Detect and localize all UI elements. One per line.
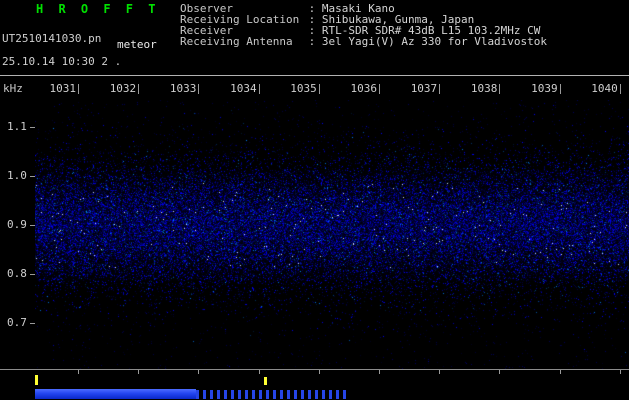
time-tick-mark: [439, 84, 441, 94]
freq-tick-label: 0.9: [7, 218, 27, 231]
time-tick-mark: [559, 84, 561, 94]
freq-tick-label: 1.0: [7, 169, 27, 182]
hrofft-screen: H R O F F T UT2510141030.pn meteor 25.10…: [0, 0, 629, 400]
signal-level-mark: [35, 375, 38, 385]
time-tick-label: 1031: [49, 82, 77, 95]
bottom-tick-mark: [138, 370, 140, 374]
signal-level-mark-2: [264, 377, 267, 385]
time-tick-mark: [318, 84, 320, 94]
time-tick-label: 1040: [591, 82, 618, 95]
info-label: Receiving Antenna: [180, 35, 293, 48]
time-tick-mark: [78, 84, 79, 94]
bottom-tick-mark: [78, 370, 79, 374]
time-tick-mark: [499, 84, 501, 94]
time-tick-label: 1039: [531, 82, 558, 95]
time-tick-mark: [619, 84, 621, 94]
time-tick-label: 1037: [410, 82, 438, 95]
time-tick-label: 1032: [109, 82, 137, 95]
info-colon: :: [302, 35, 322, 48]
bottom-tick-mark: [258, 370, 260, 374]
header-divider: [0, 75, 629, 76]
time-tick-label: 1035: [290, 82, 317, 95]
time-tick-mark: [138, 84, 140, 94]
time-tick-mark: [198, 84, 200, 94]
info-value: 3el Yagi(V) Az 330 for Vladivostok: [321, 35, 548, 48]
time-tick-label: 1034: [230, 82, 257, 95]
freq-tick-label: 0.7: [7, 316, 27, 329]
freq-tick-label: 1.1: [7, 120, 27, 133]
noise-level-bar-dashed: [196, 390, 348, 399]
time-tick-label: 1038: [470, 82, 498, 95]
app-title: H R O F F T: [36, 2, 160, 16]
spectrogram: [35, 100, 629, 369]
bottom-tick-mark: [379, 370, 380, 374]
time-tick-label: 1033: [169, 82, 197, 95]
freq-tick-label: 0.8: [7, 267, 27, 280]
freq-axis: 1.1 1.0 0.9 0.8 0.7: [0, 0, 36, 400]
time-axis: 1031 1032 1033 1034 1035 1036 1037 1038 1039 1040: [0, 83, 629, 97]
time-tick-mark: [258, 84, 260, 94]
header-info: Observer : Masaki Kano Receiving Location…: [180, 3, 547, 47]
bottom-tick-mark: [499, 370, 501, 374]
bottom-ticks: [0, 370, 629, 375]
station-name: meteor: [117, 38, 157, 51]
time-tick-label: 1036: [350, 82, 378, 95]
bottom-tick-mark: [439, 370, 441, 374]
bottom-tick-mark: [619, 370, 621, 374]
noise-level-bar: [35, 389, 196, 399]
bottom-tick-mark: [198, 370, 200, 374]
time-tick-mark: [379, 84, 380, 94]
bottom-tick-mark: [318, 370, 320, 374]
bottom-tick-mark: [559, 370, 561, 374]
header-info-row: Receiving Antenna : 3el Yagi(V) Az 330 f…: [180, 36, 547, 47]
